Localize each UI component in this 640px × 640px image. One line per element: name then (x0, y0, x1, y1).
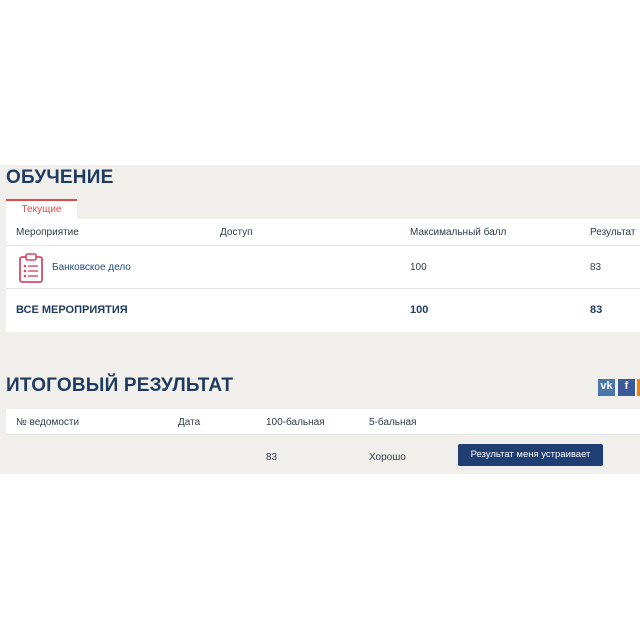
training-section-title: ОБУЧЕНИЕ (6, 167, 114, 188)
header-access: Доступ (220, 227, 253, 238)
final-result-header: № ведомости Дата 100-бальная 5-бальная (6, 409, 640, 435)
content-panel: ОБУЧЕНИЕ Текущие Мероприятие Доступ Макс… (0, 165, 640, 474)
final-result-table: № ведомости Дата 100-бальная 5-бальная 8… (6, 409, 640, 474)
event-result: 83 (590, 262, 602, 273)
checklist-document-icon (19, 253, 43, 283)
header-date: Дата (178, 417, 201, 428)
header-event: Мероприятие (16, 227, 79, 238)
event-link[interactable]: Банковское дело (52, 262, 131, 273)
total-max-score: 100 (410, 304, 429, 316)
vk-share-label: vk (600, 380, 613, 392)
accept-result-button[interactable]: Результат меня устраивает (458, 444, 603, 466)
training-table-header: Мероприятие Доступ Максимальный балл Рез… (6, 219, 640, 246)
header-result: Результат (590, 227, 636, 238)
training-table: Мероприятие Доступ Максимальный балл Рез… (6, 219, 640, 332)
total-row: ВСЕ МЕРОПРИЯТИЯ 100 83 (6, 289, 640, 332)
header-score-100: 100-бальная (266, 417, 325, 428)
final-result-title: ИТОГОВЫЙ РЕЗУЛЬТАТ (6, 375, 234, 396)
table-row: 83 Хорошо Результат меня устраивает (6, 435, 640, 474)
total-result: 83 (590, 304, 603, 316)
score-5: Хорошо (369, 452, 406, 463)
header-max-score: Максимальный балл (410, 227, 507, 238)
header-statement-no: № ведомости (16, 417, 80, 428)
total-label: ВСЕ МЕРОПРИЯТИЯ (16, 304, 128, 316)
table-row: Банковское дело 100 83 (6, 246, 640, 289)
score-100: 83 (266, 452, 278, 463)
facebook-share-icon[interactable]: f (618, 379, 635, 396)
facebook-share-label: f (624, 380, 629, 392)
tab-current[interactable]: Текущие (6, 199, 77, 221)
vk-share-icon[interactable]: vk (598, 379, 615, 396)
event-max-score: 100 (410, 262, 427, 273)
header-score-5: 5-бальная (369, 417, 417, 428)
